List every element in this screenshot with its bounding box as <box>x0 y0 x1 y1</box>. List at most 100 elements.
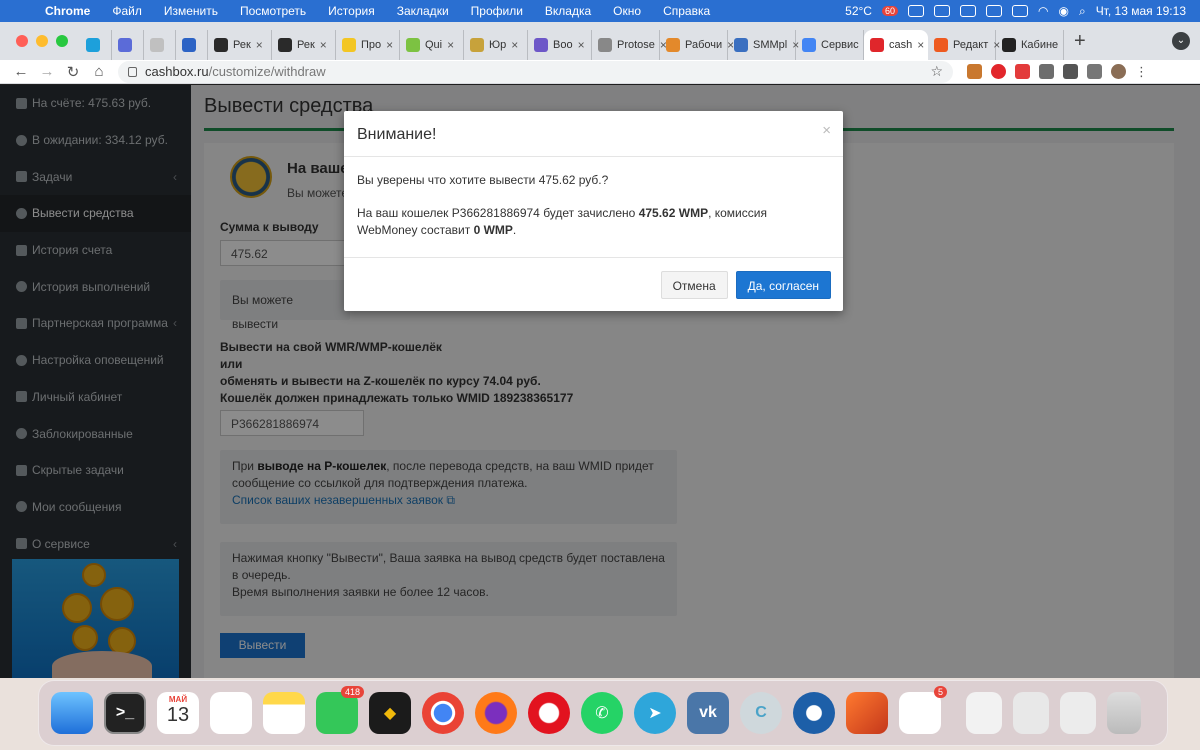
extension-icon[interactable] <box>991 64 1006 79</box>
datetime[interactable]: Чт, 13 мая 19:13 <box>1096 4 1186 18</box>
menu-item[interactable]: Файл <box>101 4 153 18</box>
rocket-app-icon[interactable] <box>846 692 888 734</box>
minimize-window-icon[interactable] <box>36 35 48 47</box>
browser-tab[interactable]: Рек × <box>208 30 272 60</box>
more-menu-icon[interactable]: ⋮ <box>1135 64 1148 79</box>
browser-tab[interactable]: Редакт × <box>928 30 1000 60</box>
browser-tab[interactable] <box>80 30 112 60</box>
wifi-icon[interactable]: ◠ <box>1038 4 1048 18</box>
browser-tab[interactable]: Boo × <box>528 30 592 60</box>
dialog-header: Внимание! × <box>344 111 843 157</box>
sync-app-icon[interactable]: C <box>740 692 782 734</box>
tab-close-icon[interactable]: × <box>256 38 263 52</box>
extension-icon[interactable] <box>1015 64 1030 79</box>
extension-icon[interactable] <box>1039 64 1054 79</box>
temperature-readout[interactable]: 52°C <box>845 4 872 18</box>
close-icon[interactable]: × <box>822 122 831 139</box>
terminal-icon[interactable]: >_ <box>104 692 146 734</box>
close-window-icon[interactable] <box>16 35 28 47</box>
keyboard-layout-icon[interactable] <box>985 5 1002 17</box>
telegram-icon[interactable]: ➤ <box>634 692 676 734</box>
menu-item[interactable]: Посмотреть <box>229 4 317 18</box>
browser-tab[interactable]: Protose × <box>592 30 667 60</box>
window-icon[interactable] <box>959 5 976 17</box>
tab-close-icon[interactable]: × <box>578 38 585 52</box>
browser-tab[interactable]: Рек × <box>272 30 336 60</box>
calendar-day: 13 <box>166 704 190 726</box>
maximize-window-icon[interactable] <box>56 35 68 47</box>
search-icon[interactable]: ⌕ <box>1079 4 1086 19</box>
browser-tab[interactable]: Юр × <box>464 30 528 60</box>
recent-window-thumbnail[interactable] <box>1060 692 1096 734</box>
tab-close-icon[interactable]: × <box>386 38 393 52</box>
tab-close-icon[interactable]: × <box>917 38 924 52</box>
macos-menubar: Chrome Файл Изменить Посмотреть История … <box>0 0 1200 22</box>
messages-icon[interactable]: 418 <box>316 686 364 734</box>
notes-icon[interactable] <box>263 692 305 734</box>
browser-tab[interactable]: Про × <box>336 30 400 60</box>
tab-favicon-icon <box>666 38 680 52</box>
menu-item[interactable]: Изменить <box>153 4 229 18</box>
browser-tab[interactable] <box>112 30 144 60</box>
puzzle-icon[interactable] <box>1063 64 1078 79</box>
menu-item[interactable]: Профили <box>460 4 534 18</box>
status-badge[interactable]: 60 <box>881 6 898 16</box>
whatsapp-icon[interactable]: ✆ <box>581 692 623 734</box>
menu-item[interactable]: Окно <box>602 4 652 18</box>
user-icon[interactable]: ◉ <box>1058 4 1068 18</box>
browser-tab[interactable]: Сервис× <box>796 30 871 60</box>
tab-close-icon[interactable]: × <box>447 38 454 52</box>
battery-icon[interactable] <box>1011 5 1028 17</box>
browser-tab[interactable]: Рабочи × <box>660 30 734 60</box>
browser-tab[interactable]: Qui × <box>400 30 464 60</box>
lock-icon[interactable] <box>128 66 137 77</box>
browser-tab[interactable]: Кабине× <box>996 30 1064 60</box>
tab-close-icon[interactable]: × <box>320 38 327 52</box>
opera-icon[interactable] <box>528 692 570 734</box>
recent-window-thumbnail[interactable] <box>966 692 1002 734</box>
cloud-icon[interactable] <box>907 5 924 17</box>
tab-favicon-icon <box>470 38 484 52</box>
reload-icon[interactable]: ↻ <box>60 63 86 81</box>
extension-icon[interactable] <box>967 64 982 79</box>
tab-label: Рек <box>233 39 251 51</box>
reminders-icon[interactable] <box>210 692 252 734</box>
confirm-button[interactable]: Да, согласен <box>735 271 831 299</box>
menu-item[interactable]: История <box>317 4 386 18</box>
menu-app-name[interactable]: Chrome <box>34 4 101 18</box>
browser-tab[interactable]: SMMpl × <box>728 30 799 60</box>
profile-avatar[interactable] <box>1111 64 1126 79</box>
tab-favicon-icon <box>118 38 132 52</box>
menu-item[interactable]: Справка <box>652 4 721 18</box>
binance-icon[interactable]: ◆ <box>369 692 411 734</box>
app-store-icon[interactable]: 5 <box>899 686 947 734</box>
browser-tab[interactable] <box>176 30 208 60</box>
forward-icon[interactable]: → <box>34 63 60 80</box>
home-icon[interactable]: ⌂ <box>86 63 112 80</box>
chrome-icon[interactable] <box>422 692 464 734</box>
tab-favicon-icon <box>870 38 884 52</box>
vk-icon[interactable]: vk <box>687 692 729 734</box>
back-icon[interactable]: ← <box>8 63 34 80</box>
browser-tab[interactable] <box>144 30 176 60</box>
tab-search-icon[interactable]: ⌄ <box>1172 32 1190 50</box>
webmoney-icon[interactable] <box>793 692 835 734</box>
menu-item[interactable]: Вкладка <box>534 4 602 18</box>
menu-item[interactable]: Закладки <box>386 4 460 18</box>
finder-icon[interactable] <box>51 692 93 734</box>
firefox-icon[interactable] <box>475 692 517 734</box>
recent-window-thumbnail[interactable] <box>1013 692 1049 734</box>
alert-icon[interactable] <box>933 5 950 17</box>
bookmark-star-icon[interactable]: ☆ <box>930 63 943 80</box>
calendar-icon[interactable]: МАЙ 13 <box>157 692 199 734</box>
dialog-title: Внимание! <box>357 126 437 143</box>
reading-list-icon[interactable] <box>1087 64 1102 79</box>
cancel-button[interactable]: Отмена <box>660 271 728 299</box>
new-tab-icon[interactable]: + <box>1064 30 1096 53</box>
trash-icon[interactable] <box>1107 692 1141 734</box>
url-path: /customize/withdraw <box>208 64 326 79</box>
browser-tab[interactable]: cash × <box>864 30 928 60</box>
tab-close-icon[interactable]: × <box>511 38 518 52</box>
tab-favicon-icon <box>934 38 948 52</box>
address-bar[interactable]: cashbox.ru/customize/withdraw ☆ <box>118 60 953 83</box>
